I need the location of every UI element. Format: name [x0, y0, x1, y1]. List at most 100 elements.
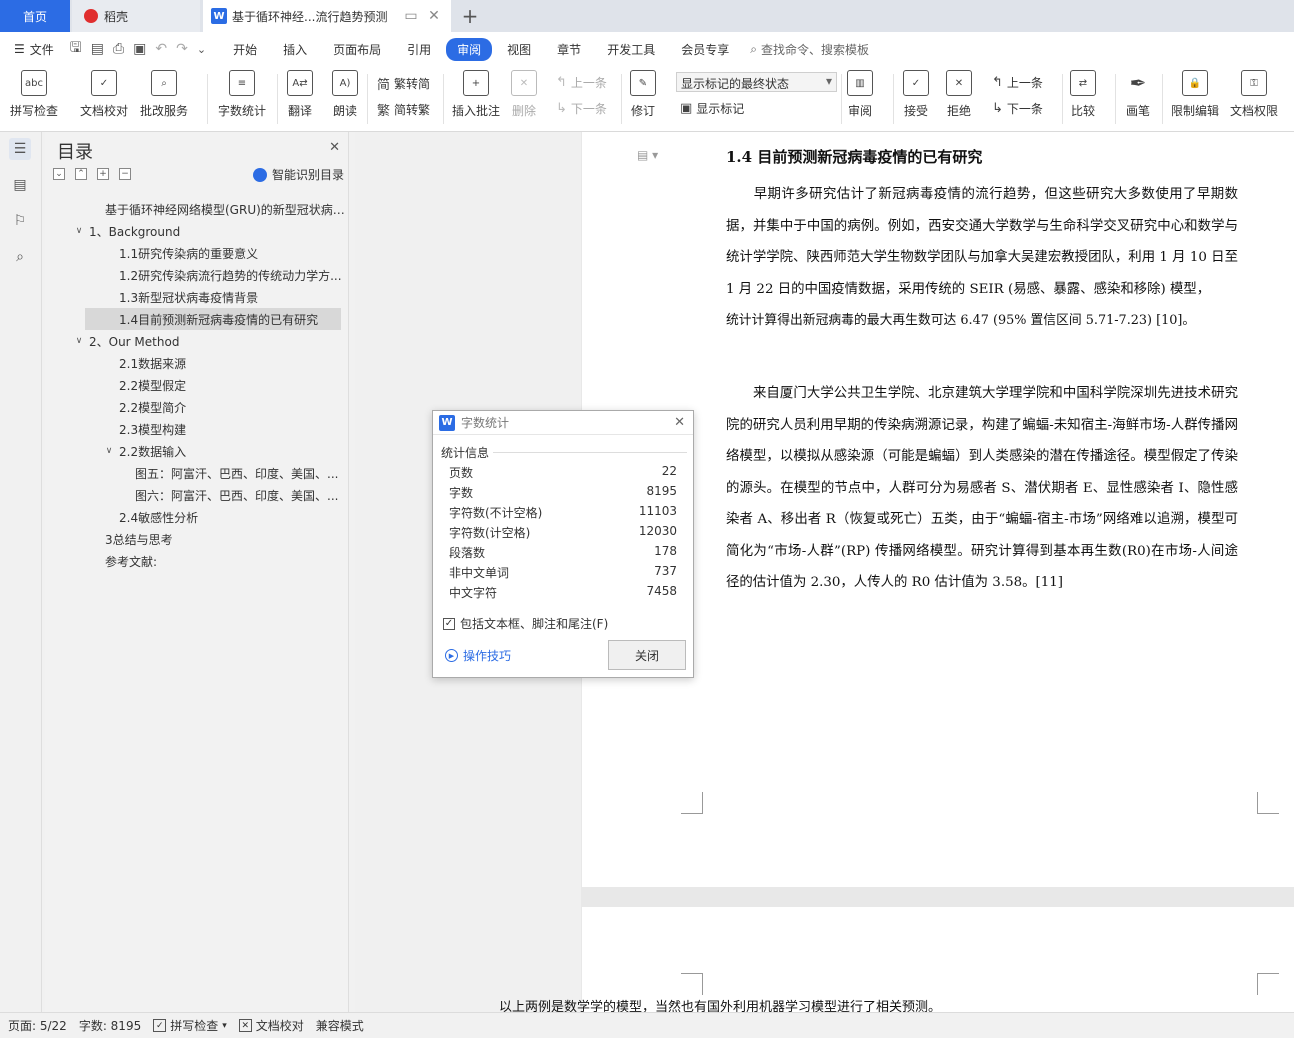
pen-button[interactable]: ✒ 画笔 — [1125, 70, 1151, 119]
new-tab-button[interactable]: + — [458, 0, 482, 32]
prev-change-button[interactable]: ↰ 上一条 — [992, 74, 1043, 91]
delete-comment-button[interactable]: ✕ 删除 — [511, 70, 537, 119]
toc-item[interactable]: 2.4敏感性分析 — [45, 506, 349, 528]
menu-tab-member[interactable]: 会员专享 — [670, 38, 740, 61]
next-comment-button[interactable]: ↳ 下一条 — [556, 100, 607, 117]
close-button[interactable]: 关闭 — [608, 640, 686, 670]
chevron-down-icon[interactable]: ∨ — [73, 226, 85, 236]
page-menu-icon[interactable]: ▤ ▾ — [637, 148, 658, 162]
menu-tab-layout[interactable]: 页面布局 — [322, 38, 392, 61]
page-indicator[interactable]: 页面: 5/22 — [8, 1017, 67, 1034]
toc-item[interactable]: 1.4目前预测新冠病毒疫情的已有研究 — [85, 308, 341, 330]
compare-button[interactable]: ⇄ 比较 — [1070, 70, 1096, 119]
find-icon[interactable]: ⌕ — [9, 246, 31, 268]
toc-panel-icon[interactable]: ☰ — [9, 138, 31, 160]
menu-tab-section[interactable]: 章节 — [546, 38, 592, 61]
menu-tab-insert[interactable]: 插入 — [272, 38, 318, 61]
spell-check-button[interactable]: abc 拼写检查 — [10, 70, 58, 119]
word-count-button[interactable]: ≡ 字数统计 — [218, 70, 266, 119]
toc-item[interactable]: 3总结与思考 — [45, 528, 349, 550]
tips-link[interactable]: ▶ 操作技巧 — [445, 647, 511, 664]
dialog-close-icon[interactable]: ✕ — [674, 415, 685, 430]
simp-to-trad-button[interactable]: 繁 简转繁 — [377, 100, 430, 119]
menu-tab-view[interactable]: 视图 — [496, 38, 542, 61]
add-heading-icon[interactable]: + — [97, 168, 109, 180]
accept-label: 接受 — [903, 104, 928, 118]
expand-all-icon[interactable]: ⌃ — [75, 168, 87, 180]
toc-item[interactable]: ∨ 2、Our Method — [45, 330, 349, 352]
toc-close-icon[interactable]: ✕ — [329, 140, 340, 155]
ribbon-divider — [893, 74, 894, 124]
bookmark-icon[interactable]: ⚐ — [9, 210, 31, 232]
toc-item[interactable]: 2.2模型假定 — [45, 374, 349, 396]
toc-item[interactable]: 2.1数据来源 — [45, 352, 349, 374]
status-proof-label: 文档校对 — [255, 1019, 304, 1033]
doc-proof-button[interactable]: ✓ 文档校对 — [80, 70, 128, 119]
save-icon[interactable]: 🖫 — [70, 37, 82, 61]
status-spell-check[interactable]: ✓ 拼写检查 ▾ — [153, 1017, 227, 1034]
redo-icon[interactable]: ↷ — [176, 41, 188, 57]
include-footnotes-checkbox[interactable]: ✓ 包括文本框、脚注和尾注(F) — [443, 615, 608, 632]
smart-toc-button[interactable]: 智能识别目录 — [252, 166, 344, 183]
toc-item[interactable]: 参考文献: — [45, 550, 349, 572]
toc-item[interactable]: 图五：阿富汗、巴西、印度、美国、... — [45, 462, 349, 484]
print-preview-icon[interactable]: ▣ — [133, 41, 146, 57]
menu-tab-review[interactable]: 审阅 — [446, 37, 493, 61]
toc-item[interactable]: ∨ 2.2数据输入 — [45, 440, 349, 462]
tab-close-icon[interactable]: ✕ — [425, 8, 443, 24]
tab-daoke-label: 稻壳 — [104, 9, 129, 24]
menu-tab-references[interactable]: 引用 — [396, 38, 442, 61]
revise-button[interactable]: ✎ 修订 — [630, 70, 656, 119]
toc-item[interactable]: 2.3模型构建 — [45, 418, 349, 440]
review-pane-button[interactable]: ▥ 审阅 — [847, 70, 873, 119]
toc-item[interactable]: 基于循环神经网络模型(GRU)的新型冠状病毒... — [45, 198, 349, 220]
export-pdf-icon[interactable]: ▤ — [91, 41, 104, 57]
markup-display-select[interactable]: 显示标记的最终状态 — [676, 72, 837, 92]
toc-item[interactable]: 1.2研究传染病流行趋势的传统动力学方... — [45, 264, 349, 286]
trad-to-simp-icon: 简 — [377, 78, 391, 93]
show-markup-button[interactable]: ▣ 显示标记 — [680, 100, 744, 117]
quick-more-icon[interactable]: ⌄ — [197, 43, 206, 56]
dialog-titlebar[interactable]: W 字数统计 — [433, 411, 693, 435]
batch-service-button[interactable]: ⌕ 批改服务 — [140, 70, 188, 119]
collapse-all-icon[interactable]: ⌄ — [53, 168, 65, 180]
delete-comment-label: 删除 — [511, 104, 536, 118]
read-aloud-button[interactable]: A) 朗读 — [332, 70, 358, 119]
doc-permission-button[interactable]: ⚿ 文档权限 — [1230, 70, 1278, 119]
toc-item-label: 2.1数据来源 — [119, 356, 187, 371]
trad-to-simp-button[interactable]: 简 繁转简 — [377, 74, 430, 93]
tips-label: 操作技巧 — [463, 649, 512, 663]
insert-comment-button[interactable]: + 插入批注 — [452, 70, 500, 119]
tab-float-icon[interactable]: ▭ — [402, 8, 420, 24]
chevron-down-icon[interactable]: ∨ — [73, 336, 85, 346]
word-count-indicator[interactable]: 字数: 8195 — [79, 1017, 141, 1034]
toc-item[interactable]: 2.2模型简介 — [45, 396, 349, 418]
read-aloud-label: 朗读 — [332, 104, 357, 118]
translate-button[interactable]: A⇄ 翻译 — [287, 70, 313, 119]
remove-heading-icon[interactable]: − — [119, 168, 131, 180]
toc-item-label: 1.1研究传染病的重要意义 — [119, 246, 259, 261]
ribbon-divider — [277, 74, 278, 124]
restrict-edit-button[interactable]: 🔒 限制编辑 — [1171, 70, 1219, 119]
prev-comment-button[interactable]: ↰ 上一条 — [556, 74, 607, 91]
status-doc-proof[interactable]: ✕ 文档校对 — [238, 1017, 304, 1034]
toc-item[interactable]: 1.3新型冠状病毒疫情背景 — [45, 286, 349, 308]
menu-tab-start[interactable]: 开始 — [222, 38, 268, 61]
menu-tab-developer[interactable]: 开发工具 — [596, 38, 666, 61]
print-icon[interactable]: ⎙ — [113, 41, 124, 57]
chevron-down-icon[interactable]: ∨ — [103, 446, 115, 456]
tab-daoke[interactable]: 稻壳 — [72, 0, 200, 32]
tab-home[interactable]: 首页 — [0, 0, 70, 32]
toc-item[interactable]: ∨ 1、Background — [45, 220, 349, 242]
next-change-button[interactable]: ↳ 下一条 — [992, 100, 1043, 117]
command-search[interactable]: ⌕ 查找命令、搜索模板 — [750, 41, 869, 58]
file-menu[interactable]: ☰ 文件 — [0, 41, 66, 58]
reject-button[interactable]: ✕ 拒绝 — [946, 70, 972, 119]
chapter-nav-icon[interactable]: ▤ — [9, 174, 31, 196]
toc-item[interactable]: 图六：阿富汗、巴西、印度、美国、... — [45, 484, 349, 506]
stat-value: 737 — [654, 564, 677, 578]
undo-icon[interactable]: ↶ — [155, 41, 167, 57]
accept-button[interactable]: ✓ 接受 — [903, 70, 929, 119]
toc-item[interactable]: 1.1研究传染病的重要意义 — [45, 242, 349, 264]
tab-document[interactable]: W 基于循环神经...流行趋势预测 ▭ ✕ — [203, 0, 451, 32]
